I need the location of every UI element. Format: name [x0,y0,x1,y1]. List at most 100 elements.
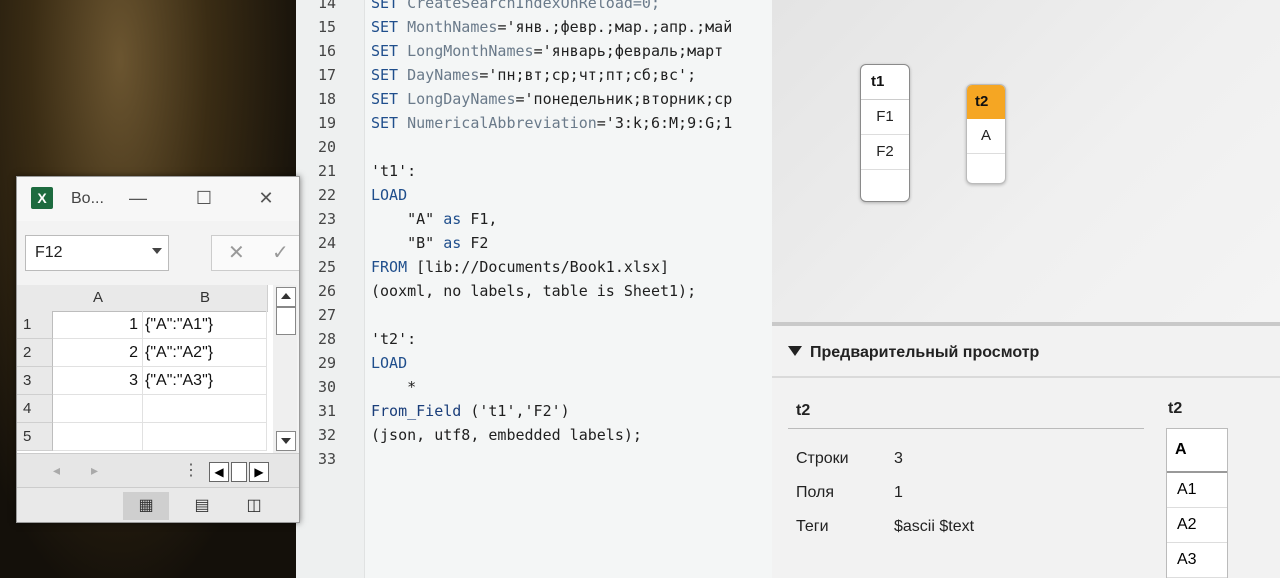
code-token: ='пн;вт;ср;чт;пт;сб;вс'; [479,66,697,84]
more-options-icon[interactable]: ⋮ [183,460,199,480]
model-canvas: t1 F1 F2 t2 A [772,0,1280,322]
code-token: F1, [461,210,498,228]
code-line: * [371,378,416,396]
line-number: 26 [317,282,336,300]
excel-window: X Bo... — ☐ ✕ F12 ✕ ✓ A B 1 1 {"A":"A1"} 2 2… [16,176,300,523]
cell-a[interactable] [53,423,143,451]
code-token: as [443,234,462,252]
code-token: ('t1','F2') [461,402,570,420]
line-number: 22 [317,186,336,204]
cell-a[interactable] [53,395,143,423]
code-token: NumericalAbbreviation [407,114,597,132]
cell-b[interactable] [143,423,267,451]
code-token: [lib://Documents/Book1.xlsx] [407,258,670,276]
line-number: 20 [317,138,336,156]
scroll-right-icon[interactable]: ▶ [249,462,269,482]
spreadsheet-grid[interactable]: A B 1 1 {"A":"A1"} 2 2 {"A":"A2"} 3 3 {"A":"A3"}… [17,285,279,453]
maximize-button[interactable]: ☐ [189,185,219,211]
code-token: 't2': [371,330,417,348]
collapse-arrow-icon [788,346,802,356]
page-break-icon[interactable]: ◫ [231,492,277,520]
code-line: "A" as F1, [371,210,497,228]
row-header[interactable]: 2 [17,339,53,367]
code-token: SET [371,90,408,108]
chevron-down-icon[interactable] [152,248,162,254]
scroll-left-icon[interactable]: ◀ [209,462,229,482]
scroll-thumb[interactable] [276,307,296,335]
minimize-button[interactable]: — [123,185,153,211]
row-header[interactable]: 3 [17,367,53,395]
line-number: 25 [317,258,336,276]
select-all-corner[interactable] [17,285,54,312]
code-token: ='январь;февраль;март [533,42,724,60]
code-token: ='янв.;февр.;мар.;апр.;май [497,18,733,36]
code-token: SET [371,42,408,60]
table-cell: A2 [1167,508,1227,543]
code-token: ='3:k;6:M;9:G;1 [596,114,733,132]
table-field[interactable]: F1 [861,100,909,135]
code-line: SET LongMonthNames='январь;февраль;март [371,42,723,60]
row-header[interactable]: 5 [17,423,53,451]
column-header[interactable]: A [1167,429,1227,473]
horizontal-scroll-thumb[interactable] [231,462,247,482]
table-card-t2[interactable]: t2 A [966,84,1006,184]
cancel-icon[interactable]: ✕ [228,240,245,265]
normal-view-icon[interactable]: ▦ [123,492,169,520]
page-layout-icon[interactable]: ▤ [179,492,225,520]
preview-data-table: A A1 A2 A3 [1166,428,1228,578]
code-token: SET [371,114,408,132]
code-token: as [443,210,462,228]
column-header-b[interactable]: B [143,285,268,312]
enter-icon[interactable]: ✓ [272,240,289,265]
next-sheet-icon[interactable]: ▸ [91,462,98,479]
line-number: 27 [317,306,336,324]
meta-value: 1 [894,484,903,501]
code-token: LOAD [371,186,408,204]
preview-data-title: t2 [1168,400,1183,417]
meta-label: Теги [796,518,829,535]
line-number: 16 [317,42,336,60]
name-box[interactable]: F12 [25,235,169,271]
cell-a[interactable]: 3 [53,367,143,395]
column-header-a[interactable]: A [53,285,144,312]
table-field[interactable]: A [967,119,1005,154]
meta-label: Поля [796,484,835,501]
code-line: LOAD [371,354,407,372]
title-bar[interactable]: X Bo... — ☐ ✕ [17,177,299,221]
code-token: SET [371,0,408,12]
cell-b[interactable] [143,395,267,423]
code-token: SET [371,66,408,84]
scroll-down-button[interactable] [276,431,296,451]
preview-toggle[interactable]: Предварительный просмотр [788,344,1039,362]
code-token: MonthNames [407,18,498,36]
scroll-up-button[interactable] [276,287,296,307]
line-number: 29 [317,354,336,372]
line-number: 32 [317,426,336,444]
close-button[interactable]: ✕ [251,185,281,211]
name-box-value: F12 [35,244,63,261]
row-header[interactable]: 1 [17,311,53,339]
cell-b[interactable]: {"A":"A1"} [143,311,267,339]
table-card-t1[interactable]: t1 F1 F2 [860,64,910,202]
code-line: LOAD [371,186,407,204]
prev-sheet-icon[interactable]: ◂ [53,462,60,479]
cell-b[interactable]: {"A":"A3"} [143,367,267,395]
code-token: LongMonthNames [407,42,534,60]
script-editor[interactable]: 14 15 16 17 18 19 20 21 22 23 24 25 26 27 28 29 30 31 32 33… [296,0,772,578]
line-number: 19 [317,114,336,132]
meta-value: $ascii $text [894,518,975,535]
line-number: 23 [317,210,336,228]
excel-logo-icon: X [31,187,53,209]
line-number: 18 [317,90,336,108]
cell-a[interactable]: 2 [53,339,143,367]
code-line: SET CreateSearchIndexOnReload=0; [371,0,660,12]
vertical-scrollbar[interactable] [273,285,297,453]
line-number: 21 [317,162,336,180]
cell-b[interactable]: {"A":"A2"} [143,339,267,367]
meta-value: 3 [894,450,903,467]
code-line: "B" as F2 [371,234,488,252]
row-header[interactable]: 4 [17,395,53,423]
line-number: 33 [317,450,336,468]
table-field[interactable]: F2 [861,135,909,170]
cell-a[interactable]: 1 [53,311,143,339]
